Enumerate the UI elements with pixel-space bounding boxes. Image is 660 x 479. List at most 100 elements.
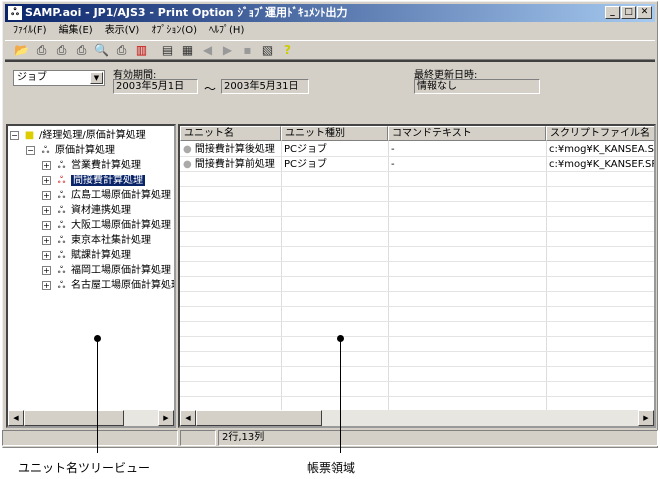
scroll-thumb[interactable] (196, 410, 322, 426)
unit-type-select[interactable]: ジョブ ▼ (13, 70, 105, 86)
menu-edit[interactable]: 編集(E) (59, 23, 93, 39)
table-cell[interactable]: c:¥mog¥K_KANSEF.SPT (546, 157, 654, 172)
period-to-field: 2003年5月31日 (221, 79, 309, 94)
tree-item[interactable]: + ஃ 資材連携処理 (42, 203, 131, 218)
tree-item-label: 広島工場原価計算処理 (71, 190, 171, 201)
expand-icon[interactable]: + (42, 220, 51, 230)
job-status-icon: ● (183, 144, 192, 155)
tree-item-label: 賦課計算処理 (71, 250, 131, 261)
properties-icon[interactable]: ▧ (259, 42, 276, 58)
menu-help[interactable]: ﾍﾙﾌﾟ(H) (209, 23, 244, 39)
chevron-down-icon[interactable]: ▼ (90, 72, 103, 84)
row-divider (180, 321, 654, 322)
menu-options[interactable]: ｵﾌﾟｼｮﾝ(O) (151, 23, 197, 39)
scroll-thumb[interactable] (24, 410, 124, 426)
preview-icon[interactable]: 🔍 (93, 42, 110, 58)
tree-item[interactable]: + ஃ 福岡工場原価計算処理 (42, 263, 171, 278)
column-header-command-text[interactable]: コマンドテキスト (388, 126, 546, 141)
jobnet-icon: ஃ (57, 280, 66, 291)
tree-horizontal-scrollbar[interactable]: ◀ ▶ (8, 410, 174, 426)
tree-item[interactable]: + ஃ 営業費計算処理 (42, 158, 141, 173)
row-divider (180, 396, 654, 397)
status-position: 2行,13列 (218, 430, 658, 446)
tree-item-label: 大阪工場原価計算処理 (71, 220, 171, 231)
cell-text: - (391, 144, 395, 155)
jobnet-icon: ஃ (57, 190, 66, 201)
column-header-unit-type[interactable]: ユニット種別 (281, 126, 388, 141)
expand-icon[interactable]: + (42, 265, 51, 275)
row-divider (180, 216, 654, 217)
tree-item[interactable]: + ஃ 東京本社集計処理 (42, 233, 151, 248)
jobnet-icon: ஃ (57, 205, 66, 216)
expand-icon[interactable]: + (42, 175, 51, 185)
collapse-icon[interactable]: − (26, 145, 35, 155)
tree-item[interactable]: + ஃ 名古屋工場原価計算処理 (42, 278, 176, 293)
report-settings-icon[interactable]: ▦ (179, 42, 196, 58)
forward-icon[interactable]: ▶ (219, 42, 236, 58)
maximize-button[interactable]: □ (621, 6, 636, 19)
print-all-icon[interactable]: ⎙ (33, 42, 50, 58)
cell-text: 間接費計算後処理 (194, 144, 275, 155)
annotation-tree: ユニット名ツリービュー (18, 461, 151, 475)
expand-icon[interactable]: + (42, 190, 51, 200)
open-icon[interactable]: 📂 (13, 42, 30, 58)
status-pane-1 (2, 430, 178, 446)
menu-file[interactable]: ﾌｧｲﾙ(F) (13, 23, 47, 39)
tree-item[interactable]: + ஃ 賦課計算処理 (42, 248, 131, 263)
page-icon[interactable]: ▥ (133, 42, 150, 58)
menu-view[interactable]: 表示(V) (105, 23, 140, 39)
tree-item-label: 名古屋工場原価計算処理 (71, 280, 176, 291)
help-icon[interactable]: ? (279, 42, 296, 58)
expand-icon[interactable]: + (42, 235, 51, 245)
expand-icon[interactable]: + (42, 250, 51, 260)
tree-item[interactable]: + ஃ 間接費計算処理 (42, 173, 145, 188)
table-cell[interactable]: ● 間接費計算後処理 (180, 142, 281, 157)
scroll-right-icon[interactable]: ▶ (158, 410, 174, 426)
print-csv-icon[interactable]: ⎙ (73, 42, 90, 58)
tree-group[interactable]: − ஃ 原価計算処理 (26, 143, 115, 158)
column-header-script-file[interactable]: スクリプトファイル名 (546, 126, 654, 141)
cell-text: PCジョブ (284, 159, 328, 170)
tree-item-label: 資材連携処理 (71, 205, 131, 216)
table-cell[interactable]: - (388, 157, 546, 172)
row-divider (180, 276, 654, 277)
printer-icon[interactable]: ⎙ (113, 42, 130, 58)
expand-icon[interactable]: + (42, 160, 51, 170)
stop-icon[interactable]: ▪ (239, 42, 256, 58)
expand-icon[interactable]: + (42, 280, 51, 290)
report-area[interactable]: ユニット名 ユニット種別 コマンドテキスト スクリプトファイル名 ● 間接費計算… (178, 124, 656, 428)
tree-item-label: 東京本社集計処理 (71, 235, 151, 246)
table-cell[interactable]: PCジョブ (281, 157, 388, 172)
jobnet-icon: ஃ (57, 235, 66, 246)
tree-root[interactable]: − ■ /経理処理/原価計算処理 (10, 128, 146, 143)
minimize-button[interactable]: _ (605, 6, 620, 19)
cell-text: PCジョブ (284, 144, 328, 155)
expand-icon[interactable]: + (42, 205, 51, 215)
menu-bar: ﾌｧｲﾙ(F) 編集(E) 表示(V) ｵﾌﾟｼｮﾝ(O) ﾍﾙﾌﾟ(H) (7, 23, 244, 39)
status-pane-2 (180, 430, 216, 446)
tree-item[interactable]: + ஃ 広島工場原価計算処理 (42, 188, 171, 203)
report-icon[interactable]: ▤ (159, 42, 176, 58)
title-bar: ஃ SAMP.aoi - JP1/AJS3 - Print Option ｼﾞｮ… (5, 4, 655, 22)
table-cell[interactable]: PCジョブ (281, 142, 388, 157)
row-divider (180, 186, 654, 187)
scroll-left-icon[interactable]: ◀ (180, 410, 196, 426)
close-button[interactable]: ✕ (637, 6, 652, 19)
table-cell[interactable]: ● 間接費計算前処理 (180, 157, 281, 172)
back-icon[interactable]: ◀ (199, 42, 216, 58)
window-title: SAMP.aoi - JP1/AJS3 - Print Option ｼﾞｮﾌﾞ… (25, 6, 348, 19)
unit-tree-view[interactable]: − ■/経理処理/原価計算処理 − ஃ 原価計算処理 + ஃ 営業費計算処理 + ஃ 間接費計算… (6, 124, 176, 428)
scroll-left-icon[interactable]: ◀ (8, 410, 24, 426)
print-selected-icon[interactable]: ⎙ (53, 42, 70, 58)
tree-item[interactable]: + ஃ 大阪工場原価計算処理 (42, 218, 171, 233)
collapse-icon[interactable]: − (10, 130, 19, 140)
row-divider (180, 366, 654, 367)
callout-line-tree (97, 340, 98, 453)
table-cell[interactable]: c:¥mog¥K_KANSEA.SPT (546, 142, 654, 157)
column-header-unit-name[interactable]: ユニット名 (180, 126, 281, 141)
tilde: ～ (204, 82, 217, 96)
horizontal-scrollbar[interactable]: ◀ ▶ (180, 410, 654, 426)
tree-item-label: 福岡工場原価計算処理 (71, 265, 171, 276)
table-cell[interactable]: - (388, 142, 546, 157)
scroll-right-icon[interactable]: ▶ (638, 410, 654, 426)
